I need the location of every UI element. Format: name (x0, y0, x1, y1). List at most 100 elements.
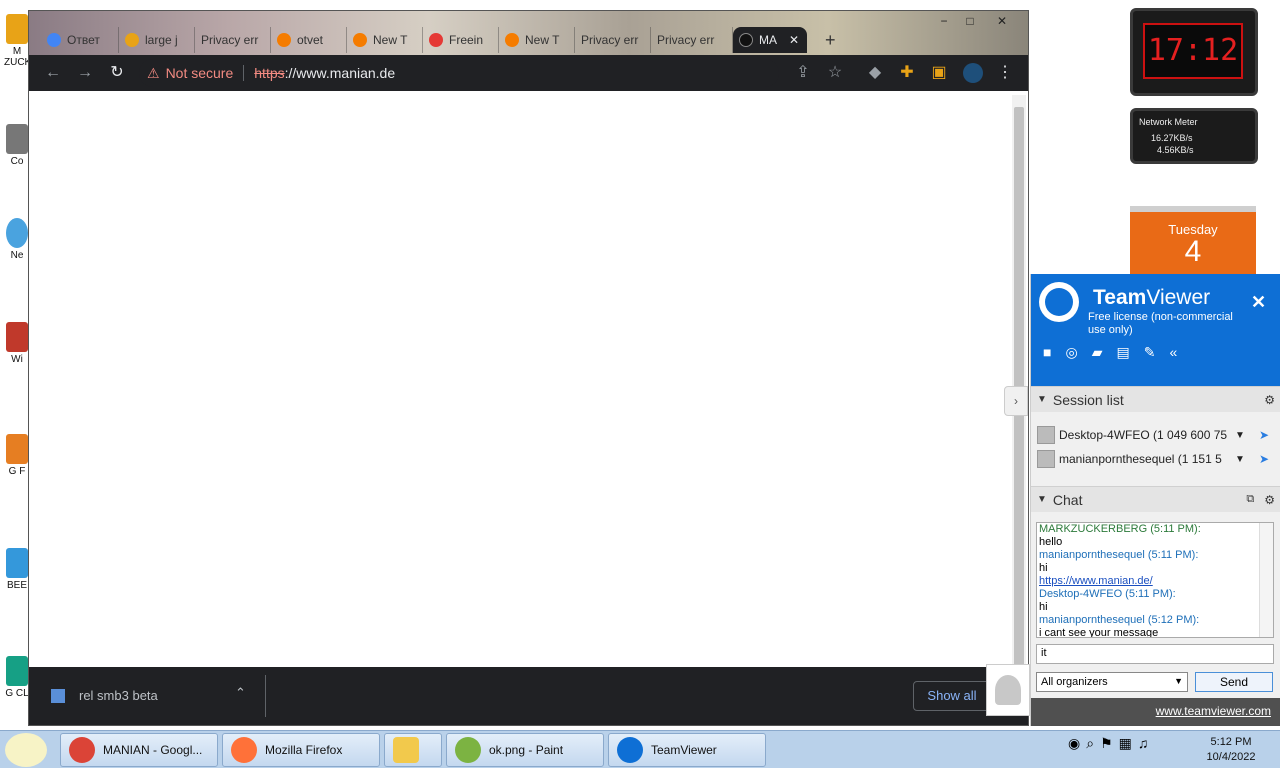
download-item-name[interactable]: rel smb3 beta (79, 688, 158, 703)
desktop-icon-2[interactable]: Co (4, 124, 30, 167)
chat-sender: MARKZUCKERBERG (5:11 PM): (1039, 523, 1201, 535)
teamviewer-link[interactable]: www.teamviewer.com (1031, 698, 1280, 726)
chat-input[interactable]: it (1036, 644, 1274, 664)
teamviewer-icon (617, 737, 643, 763)
chat-scrollbar[interactable] (1259, 523, 1273, 637)
desktop-icon-6[interactable]: BEE (4, 548, 30, 591)
chevron-up-icon[interactable]: ⌃ (235, 685, 246, 701)
tab-4[interactable]: otvet (271, 27, 347, 53)
desktop-icon-3[interactable]: Ne (4, 218, 30, 261)
restore-button[interactable]: □ (959, 13, 981, 29)
tab-3[interactable]: Privacy err (195, 27, 271, 53)
url-host: ://www.manian.de (284, 65, 396, 81)
tab-2[interactable]: large j (119, 27, 195, 53)
sidepanel-icon[interactable]: ▣ (925, 59, 953, 87)
taskbar-item-teamviewer[interactable]: TeamViewer (608, 733, 766, 767)
taskbar-clock[interactable]: 5:12 PM 10/4/2022 (1196, 735, 1266, 765)
session-item[interactable]: manianpornthesequel (1 151 5 ▼ ➤ (1037, 448, 1269, 470)
chat-link[interactable]: https://www.manian.de/ (1039, 575, 1257, 588)
calendar-gadget[interactable]: Tuesday 4 (1130, 206, 1256, 274)
taskbar-item-chrome[interactable]: MANIAN - Googl... (60, 733, 218, 767)
address-bar[interactable]: ⚠ Not secure https://www.manian.de (139, 59, 779, 87)
teamviewer-logo-icon (1039, 282, 1079, 322)
menu-kebab-icon[interactable]: ⋮ (991, 59, 1019, 87)
chevron-down-icon: ▼ (1174, 676, 1183, 686)
close-icon[interactable]: ✕ (1251, 292, 1266, 313)
close-window-button[interactable]: ✕ (991, 13, 1013, 29)
not-secure-label[interactable]: Not secure (166, 65, 234, 81)
url-scheme: https (254, 65, 285, 81)
headset-icon[interactable]: ◎ (1065, 344, 1077, 361)
chat-header[interactable]: ▼ Chat ⧉ ⚙ (1031, 486, 1280, 512)
collapse-icon[interactable]: « (1169, 344, 1177, 361)
search-tray-icon[interactable]: ⌕ (1086, 735, 1094, 752)
reload-icon[interactable]: ↻ (103, 59, 131, 87)
tab-favicon-icon (125, 33, 139, 47)
tab-6[interactable]: Freein (423, 27, 499, 53)
start-button[interactable] (5, 733, 47, 767)
send-button[interactable]: Send (1195, 672, 1273, 692)
flag-icon[interactable]: ⚑ (1100, 735, 1113, 752)
files-icon[interactable]: ▤ (1116, 344, 1129, 361)
show-all-button[interactable]: Show all (913, 681, 991, 711)
profile-avatar-icon[interactable] (959, 59, 987, 87)
network-icon[interactable]: ▦ (1119, 735, 1132, 752)
puzzle-extensions-icon[interactable]: ✚ (893, 59, 921, 87)
chat-message: hello (1039, 536, 1063, 548)
network-meter-gadget[interactable]: Network Meter 16.27KB/s 4.56KB/s (1130, 108, 1258, 164)
teamviewer-tray-icon[interactable]: ◉ (1068, 735, 1080, 752)
share-icon[interactable]: ⇪ (789, 59, 817, 87)
system-tray: ◉ ⌕ ⚑ ▦ ♫ (1068, 735, 1148, 752)
teamviewer-header: TeamViewer Free license (non-commercial … (1031, 274, 1280, 388)
desktop-icon-4[interactable]: Wi (4, 322, 30, 365)
desktop-icon-7[interactable]: G CL (4, 656, 30, 699)
browser-window: Ответ large j Privacy err otvet New T Fr… (28, 10, 1029, 726)
taskbar-item-explorer[interactable] (384, 733, 442, 767)
dropdown-arrow-icon[interactable]: ▼ (1235, 430, 1245, 441)
session-item[interactable]: Desktop-4WFEO (1 049 600 75 ▼ ➤ (1037, 424, 1269, 446)
tab-1[interactable]: Ответ (41, 27, 119, 53)
tools-icon[interactable]: ✎ (1144, 344, 1156, 361)
gear-icon[interactable]: ⚙ (1264, 493, 1275, 507)
tab-active[interactable]: MA ✕ (733, 27, 807, 53)
popout-icon[interactable]: ⧉ (1246, 493, 1254, 506)
video-icon[interactable]: ■ (1043, 344, 1051, 361)
desktop-icon-1[interactable]: M ZUCK (4, 14, 31, 68)
clock-time-text: 5:12 PM (1210, 736, 1252, 748)
chevron-right-icon[interactable]: › (1004, 386, 1028, 416)
chat-icon[interactable]: ▰ (1092, 344, 1103, 361)
tab-favicon-icon (47, 33, 61, 47)
bookmark-star-icon[interactable]: ☆ (821, 59, 849, 87)
tab-8[interactable]: Privacy err (575, 27, 651, 53)
session-list-header[interactable]: ▼ Session list ⚙ (1031, 386, 1280, 412)
tab-favicon-icon (353, 33, 367, 47)
tab-9[interactable]: Privacy err (651, 27, 733, 53)
download-file-icon (51, 689, 65, 703)
desktop-icon-5[interactable]: G F (4, 434, 30, 477)
gear-icon[interactable]: ⚙ (1264, 393, 1275, 407)
net-up: 4.56KB/s (1157, 145, 1194, 155)
firefox-icon (231, 737, 257, 763)
taskbar-item-paint[interactable]: ok.png - Paint (446, 733, 604, 767)
chat-message: i cant see your message (1039, 627, 1159, 638)
minimize-button[interactable]: − (933, 13, 955, 29)
separator (243, 65, 245, 81)
forward-arrow-icon[interactable]: → (71, 59, 99, 87)
taskbar-item-firefox[interactable]: Mozilla Firefox (222, 733, 380, 767)
extension-icon[interactable]: ◆ (861, 59, 889, 87)
clock-gadget[interactable]: 17:12 (1130, 8, 1258, 96)
volume-icon[interactable]: ♫ (1138, 735, 1149, 752)
chat-log[interactable]: MARKZUCKERBERG (5:11 PM): hello manianpo… (1036, 522, 1274, 638)
cursor-icon[interactable]: ➤ (1259, 428, 1269, 442)
recipient-select[interactable]: All organizers ▼ (1036, 672, 1188, 692)
back-arrow-icon[interactable]: ← (39, 59, 67, 87)
tab-close-icon[interactable]: ✕ (789, 33, 799, 47)
tab-7[interactable]: New T (499, 27, 575, 53)
dropdown-arrow-icon[interactable]: ▼ (1235, 454, 1245, 465)
license-text: Free license (non-commercial use only) (1088, 311, 1233, 336)
teamviewer-toolbar: ■ ◎ ▰ ▤ ✎ « (1043, 344, 1177, 361)
new-tab-button[interactable]: + (819, 27, 845, 53)
tab-5[interactable]: New T (347, 27, 423, 53)
page-viewport (29, 91, 1028, 669)
cursor-icon[interactable]: ➤ (1259, 452, 1269, 466)
